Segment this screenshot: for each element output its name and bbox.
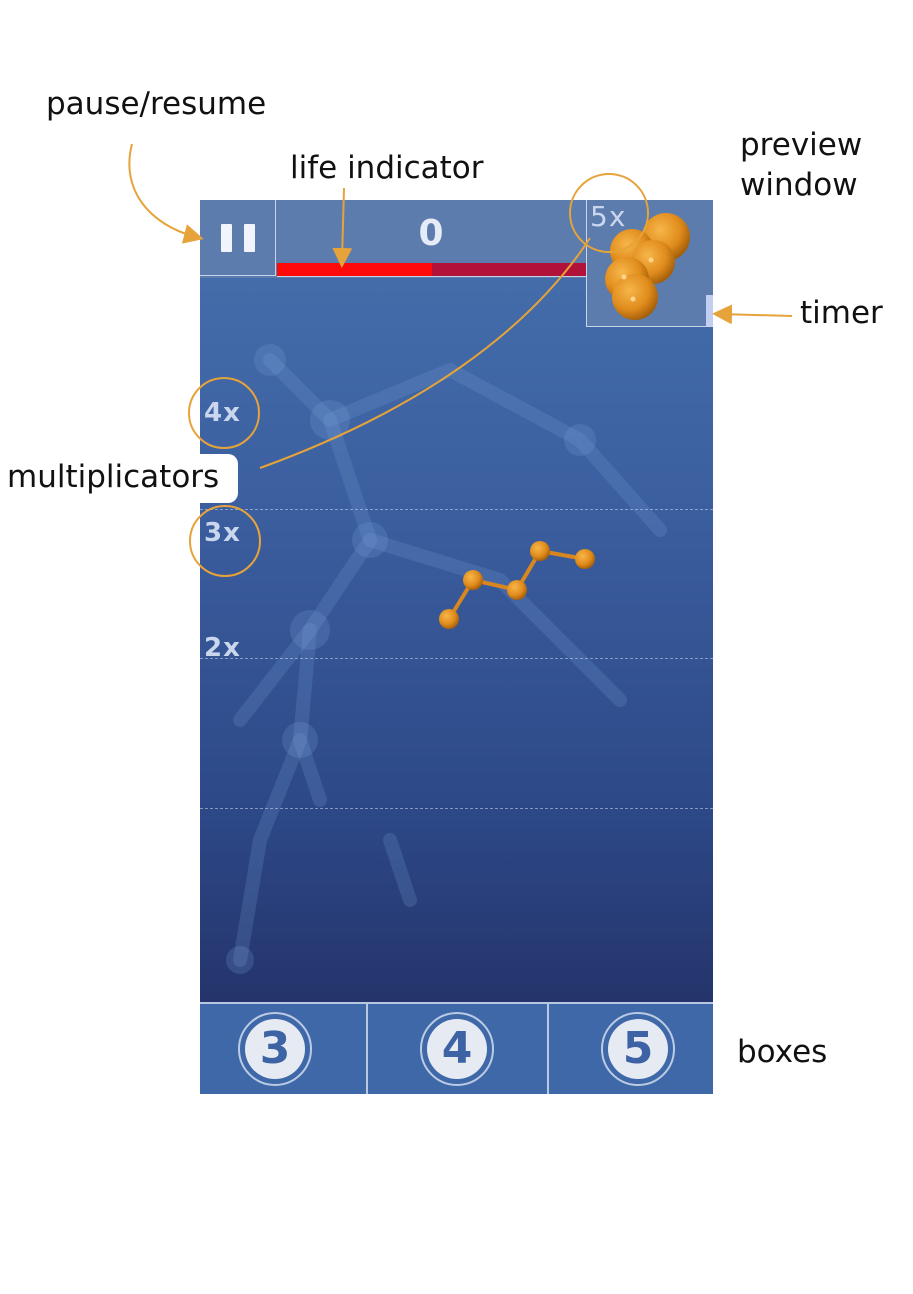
preview-multiplier: 5x: [590, 200, 627, 233]
annotation-multiplicators: multiplicators: [7, 459, 220, 495]
pause-button[interactable]: [200, 200, 276, 276]
box-3-label: 3: [245, 1019, 305, 1079]
falling-molecule[interactable]: [430, 530, 610, 640]
annotation-boxes: boxes: [737, 1034, 828, 1070]
multiplier-4x: 4x: [204, 398, 241, 428]
annotation-life-indicator: life indicator: [290, 150, 484, 186]
annotation-timer: timer: [800, 295, 883, 331]
background-molecule-decoration: [226, 344, 667, 974]
annotation-pause-resume: pause/resume: [46, 86, 267, 122]
box-5-label: 5: [608, 1019, 668, 1079]
pause-icon-bar-left: [221, 224, 232, 252]
boxes-bar: 3 4 5: [200, 1002, 713, 1094]
zone-divider-1: [200, 509, 713, 510]
box-5[interactable]: 5: [547, 1004, 713, 1094]
annotation-preview-window: preview window: [740, 127, 863, 204]
timer-bar: [706, 295, 713, 326]
multiplier-3x: 3x: [204, 518, 241, 548]
box-3-circle: 3: [238, 1012, 312, 1086]
life-indicator: [277, 263, 586, 276]
box-4-label: 4: [427, 1019, 487, 1079]
arrow-timer: [712, 304, 793, 325]
arrow-pause-resume: [128, 143, 204, 244]
box-4-circle: 4: [420, 1012, 494, 1086]
score-display: 0: [418, 213, 444, 254]
box-3[interactable]: 3: [200, 1004, 366, 1094]
life-indicator-fill: [277, 263, 432, 276]
pause-icon-bar-right: [244, 224, 255, 252]
multiplicators-label-box: multiplicators: [0, 454, 238, 503]
box-5-circle: 5: [601, 1012, 675, 1086]
game-screen[interactable]: 0 5x 4x 3x 2x 3 4 5: [200, 200, 713, 1094]
zone-divider-2: [200, 658, 713, 659]
preview-window: 5x: [586, 200, 713, 327]
zone-divider-3: [200, 808, 713, 809]
box-4[interactable]: 4: [366, 1004, 547, 1094]
